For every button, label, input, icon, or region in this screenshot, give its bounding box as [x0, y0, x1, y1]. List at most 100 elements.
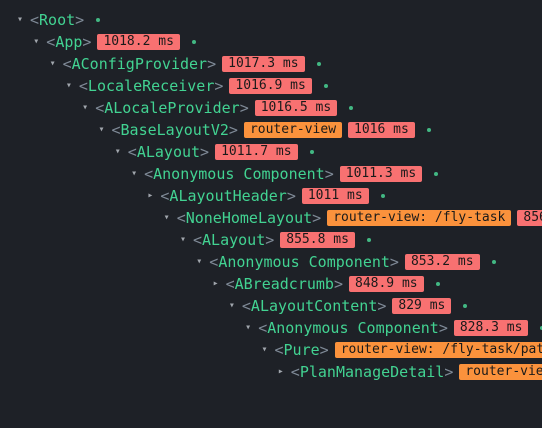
render-time-badge: 828.3 ms — [453, 320, 529, 336]
tree-node[interactable]: ▸<PlanManageDetail> router-view: / — [275, 361, 542, 383]
caret-down-icon[interactable]: ▾ — [226, 295, 238, 317]
router-view-badge: router-view: /fly-task — [327, 210, 512, 226]
tag-close-bracket: > — [438, 319, 448, 337]
caret-down-icon[interactable]: ▾ — [259, 339, 271, 361]
caret-down-icon[interactable]: ▾ — [14, 9, 26, 31]
tree-node[interactable]: ▸ < ABreadcrumb >848.9 ms — [210, 273, 440, 295]
component-name[interactable]: ALayout — [202, 229, 265, 251]
tag-open-bracket: < — [225, 275, 235, 293]
caret-right-icon[interactable]: ▸ — [144, 185, 156, 207]
tag-close-bracket: > — [444, 363, 454, 381]
component-name[interactable]: Anonymous Component — [218, 251, 390, 273]
router-view-badge: router-view: / — [459, 364, 542, 380]
tree-node[interactable]: ▾ < LocaleReceiver >1016.9 ms — [63, 75, 328, 97]
tree-node[interactable]: ▾ < BaseLayoutV2 > router-view 1016 ms — [96, 119, 431, 141]
status-dot-icon — [434, 172, 439, 176]
component-name[interactable]: ALayout — [137, 141, 200, 163]
render-time-badge: 848.9 ms — [349, 276, 424, 292]
render-time-badge: 853.2 ms — [404, 254, 480, 270]
tag-open-bracket: < — [274, 341, 284, 359]
status-dot-icon — [366, 238, 371, 242]
tag-close-bracket: > — [389, 253, 399, 271]
tag-close-bracket: > — [75, 11, 85, 29]
router-view-badge: router-view: /fly-task/patrol — [334, 342, 542, 358]
caret-down-icon[interactable]: ▾ — [47, 53, 59, 75]
component-name[interactable]: AConfigProvider — [72, 53, 207, 75]
tag-open-bracket: < — [209, 253, 219, 271]
tree-node[interactable]: ▾ < App >1018.2 ms — [30, 31, 196, 53]
caret-down-icon[interactable]: ▾ — [79, 97, 91, 119]
render-time-badge: 829 ms — [392, 298, 452, 314]
tag-close-bracket: > — [312, 209, 322, 227]
status-dot-icon — [309, 150, 314, 154]
tag-open-bracket: < — [78, 77, 88, 95]
render-time-badge: 1011 ms — [301, 188, 369, 204]
render-time-badge: 1016 ms — [348, 122, 415, 138]
tree-node[interactable]: ▾ < ALayout >1011.7 ms — [112, 141, 314, 163]
tag-close-bracket: > — [200, 143, 210, 161]
render-time-badge: 1018.2 ms — [97, 34, 180, 50]
status-dot-icon — [380, 194, 385, 198]
router-view-badge: router-view — [243, 122, 343, 138]
tag-close-bracket: > — [377, 297, 387, 315]
render-time-badge: 1017.3 ms — [222, 56, 305, 72]
caret-down-icon[interactable]: ▾ — [193, 251, 205, 273]
tree-node[interactable]: ▾ < Anonymous Component >828.3 ms — [242, 317, 542, 339]
tree-node[interactable]: ▾<Pure> router-view: /fly-task/patrol — [259, 339, 542, 361]
caret-down-icon[interactable]: ▾ — [128, 163, 140, 185]
tag-open-bracket: < — [258, 319, 268, 337]
tag-close-bracket: > — [239, 99, 249, 117]
tree-node[interactable]: ▾ < NoneHomeLayout > router-view: /fly-task 8… — [161, 207, 542, 229]
tree-node[interactable]: ▾ < Anonymous Component >853.2 ms — [193, 251, 496, 273]
tree-node[interactable]: ▾ < ALocaleProvider >1016.5 ms — [79, 97, 354, 119]
tree-node[interactable]: ▸ < ALayoutHeader >1011 ms — [144, 185, 385, 207]
component-name[interactable]: ALayoutContent — [251, 295, 377, 317]
tag-open-bracket: < — [46, 33, 56, 51]
status-dot-icon — [435, 282, 440, 286]
caret-down-icon[interactable]: ▾ — [96, 119, 108, 141]
tree-node[interactable]: ▾ < ALayoutContent >829 ms — [226, 295, 468, 317]
status-dot-icon — [426, 128, 431, 132]
tree-node[interactable]: ▾ < AConfigProvider >1017.3 ms — [47, 53, 321, 75]
component-tree: ▾ < Root > ▾ < App >1018.2 ms ▾ < AConfigProvider >… — [0, 0, 542, 428]
render-time-badge: 855.8 ms — [280, 232, 355, 248]
component-name[interactable]: Anonymous Component — [153, 163, 325, 185]
component-name[interactable]: NoneHomeLayout — [186, 207, 312, 229]
render-time-badge: 1011.3 ms — [339, 166, 423, 182]
render-time-badge: 1011.7 ms — [215, 144, 298, 160]
tag-open-bracket: < — [193, 231, 203, 249]
caret-down-icon[interactable]: ▾ — [112, 141, 124, 163]
caret-right-icon[interactable]: ▸ — [275, 361, 287, 383]
component-name[interactable]: Anonymous Component — [267, 317, 439, 339]
tag-open-bracket: < — [290, 363, 300, 381]
status-dot-icon — [491, 260, 496, 264]
component-name[interactable]: ABreadcrumb — [235, 273, 334, 295]
status-dot-icon — [191, 40, 196, 44]
component-name[interactable]: LocaleReceiver — [88, 75, 214, 97]
component-name[interactable]: BaseLayoutV2 — [121, 119, 229, 141]
tree-node[interactable]: ▾ < Anonymous Component >1011.3 ms — [128, 163, 439, 185]
component-name[interactable]: ALayoutHeader — [169, 185, 286, 207]
render-time-badge: 1016.9 ms — [229, 78, 312, 94]
tag-open-bracket: < — [160, 187, 170, 205]
caret-down-icon[interactable]: ▾ — [242, 317, 254, 339]
status-dot-icon — [316, 62, 321, 66]
caret-down-icon[interactable]: ▾ — [177, 229, 189, 251]
tree-node[interactable]: ▾ < Root > — [14, 9, 101, 31]
caret-down-icon[interactable]: ▾ — [63, 75, 75, 97]
tree-node[interactable]: ▾ < ALayout >855.8 ms — [177, 229, 371, 251]
component-name[interactable]: Pure — [284, 339, 320, 361]
render-time-badge: 856 — [517, 210, 542, 226]
caret-down-icon[interactable]: ▾ — [161, 207, 173, 229]
component-name[interactable]: Root — [39, 9, 75, 31]
caret-right-icon[interactable]: ▸ — [210, 273, 222, 295]
status-dot-icon — [96, 18, 101, 22]
tag-close-bracket: > — [214, 77, 224, 95]
component-name[interactable]: PlanManageDetail — [300, 361, 445, 383]
component-name[interactable]: ALocaleProvider — [104, 97, 239, 119]
tag-open-bracket: < — [95, 99, 105, 117]
component-name[interactable]: App — [55, 31, 82, 53]
tag-close-bracket: > — [286, 187, 296, 205]
caret-down-icon[interactable]: ▾ — [30, 31, 42, 53]
status-dot-icon — [463, 304, 468, 308]
